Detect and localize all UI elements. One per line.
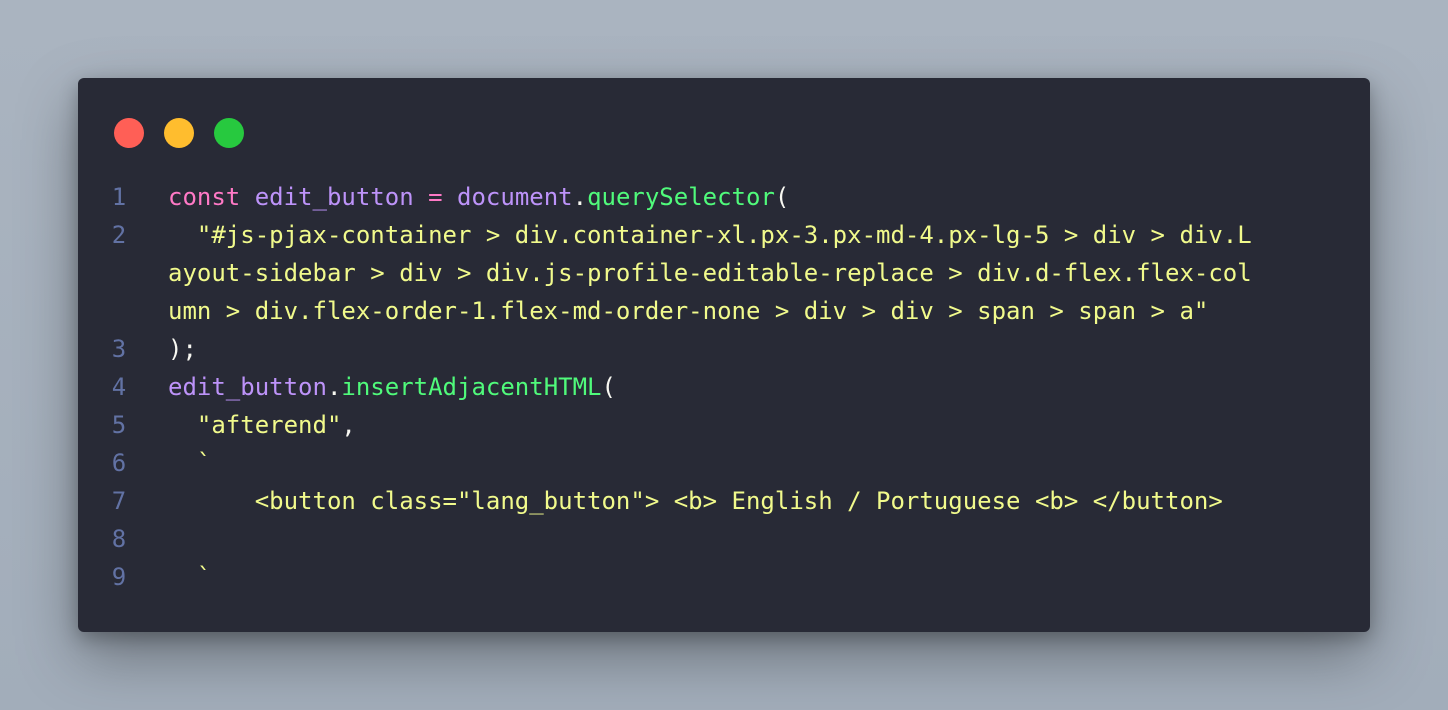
code-token: const — [168, 183, 255, 211]
line-number: 8 — [111, 525, 127, 553]
code-line: 2 "#js-pjax-container > div.container-xl… — [78, 216, 1370, 254]
line-source: ` — [168, 558, 211, 596]
code-line: ayout-sidebar > div > div.js-profile-edi… — [78, 254, 1370, 292]
line-number: 5 — [111, 411, 127, 439]
code-line: 6 ` — [78, 444, 1370, 482]
line-source: const edit_button = document.querySelect… — [168, 178, 789, 216]
line-source: ); — [168, 330, 197, 368]
code-token: document — [457, 183, 573, 211]
code-token: = — [413, 183, 458, 211]
maximize-dot-icon[interactable] — [214, 118, 244, 148]
code-token: edit_button — [254, 183, 414, 211]
code-line: 3); — [78, 330, 1370, 368]
code-token: insertAdjacentHTML — [341, 373, 602, 401]
line-number: 2 — [111, 221, 127, 249]
line-number: 3 — [111, 335, 127, 363]
line-source: ayout-sidebar > div > div.js-profile-edi… — [168, 254, 1252, 292]
line-number: 6 — [111, 449, 127, 477]
code-line: 5 "afterend", — [78, 406, 1370, 444]
code-token: . — [572, 183, 588, 211]
code-token: ` — [168, 449, 212, 477]
code-line: 9 ` — [78, 558, 1370, 596]
line-source: "afterend", — [168, 406, 356, 444]
line-number: 1 — [111, 183, 127, 211]
code-token: . — [326, 373, 342, 401]
code-line: umn > div.flex-order-1.flex-md-order-non… — [78, 292, 1370, 330]
code-token: ( — [601, 373, 616, 401]
line-source: umn > div.flex-order-1.flex-md-order-non… — [168, 292, 1208, 330]
code-token: querySelector — [587, 183, 775, 211]
line-source: ` — [168, 444, 211, 482]
code-window: 1 const edit_button = document.querySelec… — [78, 78, 1370, 632]
code-token: edit_button — [168, 373, 327, 401]
minimize-dot-icon[interactable] — [164, 118, 194, 148]
code-token: "#js-pjax-container > div.container-xl.p… — [168, 221, 1252, 249]
line-source: edit_button.insertAdjacentHTML( — [168, 368, 616, 406]
code-token: <button class="lang_button"> <b> English… — [168, 487, 1223, 515]
code-token: umn > div.flex-order-1.flex-md-order-non… — [168, 297, 1209, 325]
code-line: 1 const edit_button = document.querySelec… — [78, 178, 1370, 216]
code-line: 8 — [78, 520, 1370, 558]
code-line: 7 <button class="lang_button"> <b> Engli… — [78, 482, 1370, 520]
code-token: ` — [168, 563, 212, 591]
code-line: 4 edit_button.insertAdjacentHTML( — [78, 368, 1370, 406]
code-token: , — [341, 411, 356, 439]
close-dot-icon[interactable] — [114, 118, 144, 148]
code-token: ayout-sidebar > div > div.js-profile-edi… — [168, 259, 1252, 287]
code-token: "afterend" — [168, 411, 342, 439]
line-number: 7 — [111, 487, 127, 515]
line-source: <button class="lang_button"> <b> English… — [168, 482, 1223, 520]
code-block: 1 const edit_button = document.querySelec… — [78, 178, 1370, 596]
line-number: 4 — [111, 373, 127, 401]
code-token: ); — [168, 335, 197, 363]
code-token: ( — [774, 183, 790, 211]
line-source: "#js-pjax-container > div.container-xl.p… — [168, 216, 1252, 254]
line-number: 9 — [111, 563, 127, 591]
